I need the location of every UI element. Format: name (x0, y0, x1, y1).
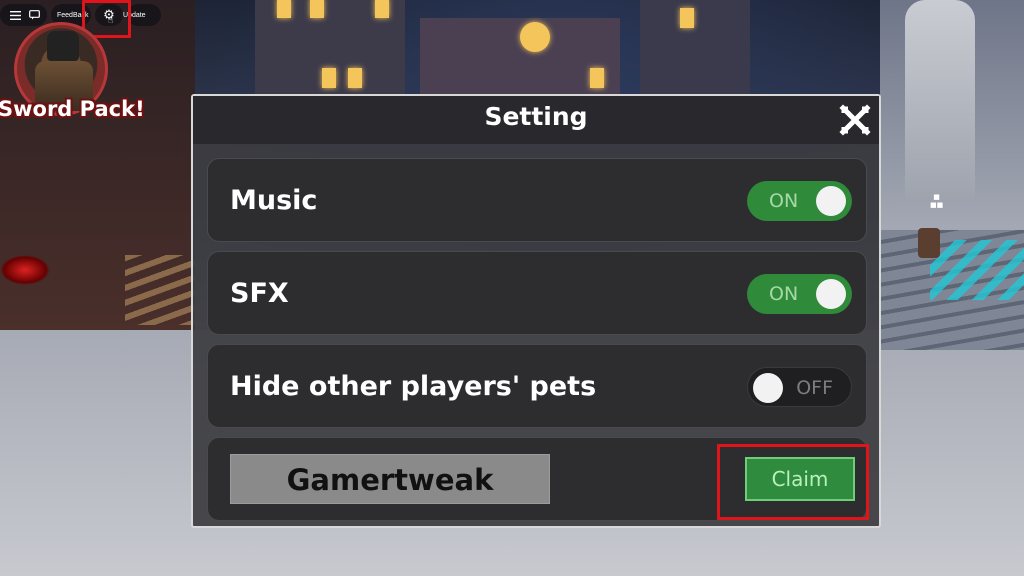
setting-row-hide-pets: Hide other players' pets OFF (207, 344, 867, 428)
close-x-icon (839, 104, 871, 136)
update-button[interactable]: Update (123, 4, 161, 26)
toggle-knob (816, 186, 846, 216)
sfx-label: SFX (230, 278, 289, 309)
hide-pets-toggle-state: OFF (796, 377, 833, 399)
player-nametag: ■ ■■ (930, 193, 944, 209)
toggle-knob (816, 279, 846, 309)
code-input[interactable]: Gamertweak (230, 454, 550, 504)
music-toggle-state: ON (769, 190, 799, 212)
sfx-toggle-state: ON (769, 283, 799, 305)
claim-label: Claim (771, 467, 829, 491)
code-input-value: Gamertweak (286, 463, 494, 497)
hide-pets-toggle[interactable]: OFF (747, 367, 852, 407)
sword-pack-label: Sword Pack! (0, 97, 145, 121)
setting-row-sfx: SFX ON (207, 251, 867, 335)
update-label: Update (123, 11, 146, 19)
red-portal (0, 255, 50, 285)
close-button[interactable] (837, 102, 873, 138)
dialog-header: Setting (193, 96, 879, 144)
cyan-effect (930, 240, 1024, 300)
sfx-toggle[interactable]: ON (747, 274, 852, 314)
building-center (322, 18, 620, 96)
wooden-stairs (125, 255, 195, 325)
sword-pack-promo[interactable]: Sword Pack! (0, 22, 145, 132)
claim-button[interactable]: Claim (745, 457, 855, 501)
chat-icon[interactable] (29, 10, 40, 21)
music-toggle[interactable]: ON (747, 181, 852, 221)
music-label: Music (230, 185, 318, 216)
settings-dialog: Setting Music ON SFX ON Hide other playe… (191, 94, 881, 528)
dialog-title: Setting (484, 102, 588, 131)
player-character[interactable] (918, 228, 940, 258)
setting-row-music: Music ON (207, 158, 867, 242)
statue (905, 0, 975, 200)
knight-helmet (47, 31, 79, 61)
hamburger-menu-icon[interactable] (10, 10, 21, 21)
toggle-knob (753, 373, 783, 403)
hide-pets-label: Hide other players' pets (230, 371, 597, 402)
building-right (640, 0, 750, 95)
feedback-label: FeedBack (57, 11, 89, 19)
code-redeem-row: Gamertweak Claim (207, 437, 869, 521)
